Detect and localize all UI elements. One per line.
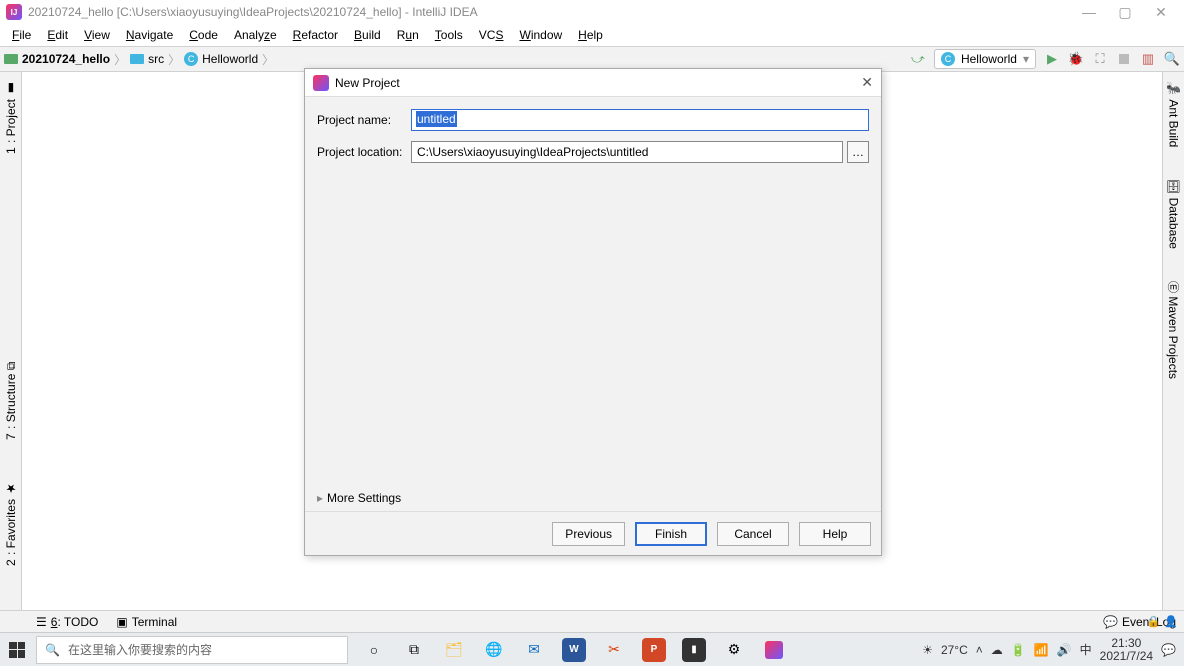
project-name-label: Project name: — [317, 113, 411, 127]
crumb-label: 20210724_hello — [22, 52, 110, 66]
battery-icon[interactable]: 🔋 — [1011, 643, 1026, 657]
search-everywhere-icon[interactable]: 🔍 — [1164, 51, 1180, 67]
taskbar-search[interactable]: 🔍 在这里输入你要搜索的内容 — [36, 636, 348, 664]
powerpoint-icon[interactable]: P — [642, 638, 666, 662]
ime-icon[interactable]: 中 — [1080, 641, 1092, 658]
menu-analyze[interactable]: Analyze — [226, 26, 285, 44]
cortana-icon[interactable]: ○ — [362, 638, 386, 662]
right-toolbar: 🐜 Ant Build 🗄 Database ⓜ Maven Projects — [1162, 72, 1184, 610]
settings-icon[interactable]: ⚙ — [722, 638, 746, 662]
terminal-icon[interactable]: ▮ — [682, 638, 706, 662]
menu-build[interactable]: Build — [346, 26, 389, 44]
dialog-title: New Project — [335, 76, 400, 90]
onedrive-icon[interactable]: ☁ — [991, 643, 1003, 657]
menu-tools[interactable]: Tools — [427, 26, 471, 44]
run-button[interactable]: ▶ — [1044, 51, 1060, 67]
stop-button[interactable] — [1116, 51, 1132, 67]
word-icon[interactable]: W — [562, 638, 586, 662]
run-config-label: Helloworld — [961, 52, 1017, 66]
breadcrumb[interactable]: C Helloworld 〉 — [184, 51, 274, 68]
menu-edit[interactable]: Edit — [39, 26, 76, 44]
project-tab[interactable]: 1: Project ▮ — [2, 76, 20, 160]
app-icon — [313, 75, 329, 91]
inspector-icon[interactable]: 👤 — [1164, 615, 1178, 628]
notifications-icon[interactable]: 💬 — [1161, 643, 1176, 657]
window-title: 20210724_hello [C:\Users\xiaoyusuying\Id… — [28, 5, 1082, 19]
breadcrumb[interactable]: src 〉 — [130, 51, 180, 68]
menu-run[interactable]: Run — [389, 26, 427, 44]
debug-button[interactable]: 🐞 — [1068, 51, 1084, 67]
class-icon: C — [184, 52, 198, 66]
previous-button[interactable]: Previous — [552, 522, 625, 546]
weather-text[interactable]: 27°C — [941, 643, 968, 657]
database-tab[interactable]: 🗄 Database — [1165, 173, 1183, 255]
menu-refactor[interactable]: Refactor — [285, 26, 346, 44]
search-icon: 🔍 — [45, 643, 60, 657]
crumb-label: src — [148, 52, 164, 66]
class-icon: C — [941, 52, 955, 66]
weather-icon[interactable]: ☀ — [922, 643, 933, 657]
task-view-icon[interactable]: ⧉ — [402, 638, 426, 662]
coverage-button[interactable]: ⛶ — [1092, 51, 1108, 67]
start-button[interactable] — [0, 633, 34, 667]
menu-vcs[interactable]: VCS — [471, 26, 512, 44]
help-button[interactable]: Help — [799, 522, 871, 546]
tray-chevron-icon[interactable]: ˄ — [976, 643, 983, 657]
menu-window[interactable]: Window — [511, 26, 570, 44]
explorer-icon[interactable]: 🗂 — [442, 638, 466, 662]
titlebar: IJ 20210724_hello [C:\Users\xiaoyusuying… — [0, 0, 1184, 24]
maven-tab[interactable]: ⓜ Maven Projects — [1163, 275, 1184, 385]
chevron-right-icon: ▸ — [317, 491, 323, 505]
layout-icon[interactable]: ▥ — [1140, 51, 1156, 67]
menu-navigate[interactable]: Navigate — [118, 26, 181, 44]
edge-icon[interactable]: 🌐 — [482, 638, 506, 662]
project-location-input[interactable] — [411, 141, 843, 163]
maximize-button[interactable]: ▢ — [1118, 4, 1132, 21]
bottom-toolbar: ☰ 6: TODO ▣ Terminal 💬 Event Log — [0, 610, 1184, 632]
run-config-selector[interactable]: C Helloworld ▾ — [934, 49, 1036, 69]
favorites-tab[interactable]: 2: Favorites ★ — [2, 476, 20, 572]
snip-icon[interactable]: ✂ — [602, 638, 626, 662]
crumb-label: Helloworld — [202, 52, 258, 66]
cancel-button[interactable]: Cancel — [717, 522, 789, 546]
taskbar: 🔍 在这里输入你要搜索的内容 ○ ⧉ 🗂 🌐 ✉ W ✂ P ▮ ⚙ ☀ 27°… — [0, 632, 1184, 666]
mail-icon[interactable]: ✉ — [522, 638, 546, 662]
folder-icon — [4, 54, 18, 64]
wifi-icon[interactable]: 📶 — [1034, 643, 1049, 657]
menu-help[interactable]: Help — [570, 26, 611, 44]
folder-icon — [130, 54, 144, 64]
app-icon: IJ — [6, 4, 22, 20]
search-placeholder: 在这里输入你要搜索的内容 — [68, 641, 212, 658]
more-settings-toggle[interactable]: ▸ More Settings — [317, 491, 401, 505]
clock[interactable]: 21:30 2021/7/24 — [1100, 637, 1153, 663]
back-arrow-icon[interactable]: ⤻ — [910, 51, 926, 67]
browse-button[interactable]: … — [847, 141, 869, 163]
structure-tab[interactable]: 7: Structure ⧉ — [2, 356, 20, 446]
finish-button[interactable]: Finish — [635, 522, 707, 546]
terminal-tab[interactable]: ▣ Terminal — [116, 615, 177, 629]
menu-view[interactable]: View — [76, 26, 118, 44]
new-project-dialog: New Project ✕ Project name: untitled Pro… — [304, 68, 882, 556]
dialog-close-button[interactable]: ✕ — [861, 74, 873, 91]
minimize-button[interactable]: — — [1082, 4, 1096, 20]
todo-tab[interactable]: ☰ 6: TODO — [36, 615, 98, 629]
project-name-input[interactable]: untitled — [411, 109, 869, 131]
close-button[interactable]: ✕ — [1154, 4, 1168, 21]
volume-icon[interactable]: 🔊 — [1057, 643, 1072, 657]
left-toolbar: 1: Project ▮ 7: Structure ⧉ 2: Favorites… — [0, 72, 22, 610]
chevron-down-icon: ▾ — [1023, 52, 1029, 66]
lock-icon[interactable]: 🔒 — [1147, 615, 1161, 628]
project-location-label: Project location: — [317, 145, 411, 159]
intellij-icon[interactable] — [762, 638, 786, 662]
ant-tab[interactable]: 🐜 Ant Build — [1165, 76, 1183, 153]
menubar: File Edit View Navigate Code Analyze Ref… — [0, 24, 1184, 46]
menu-code[interactable]: Code — [181, 26, 226, 44]
menu-file[interactable]: File — [4, 26, 39, 44]
breadcrumb[interactable]: 20210724_hello 〉 — [4, 51, 126, 68]
